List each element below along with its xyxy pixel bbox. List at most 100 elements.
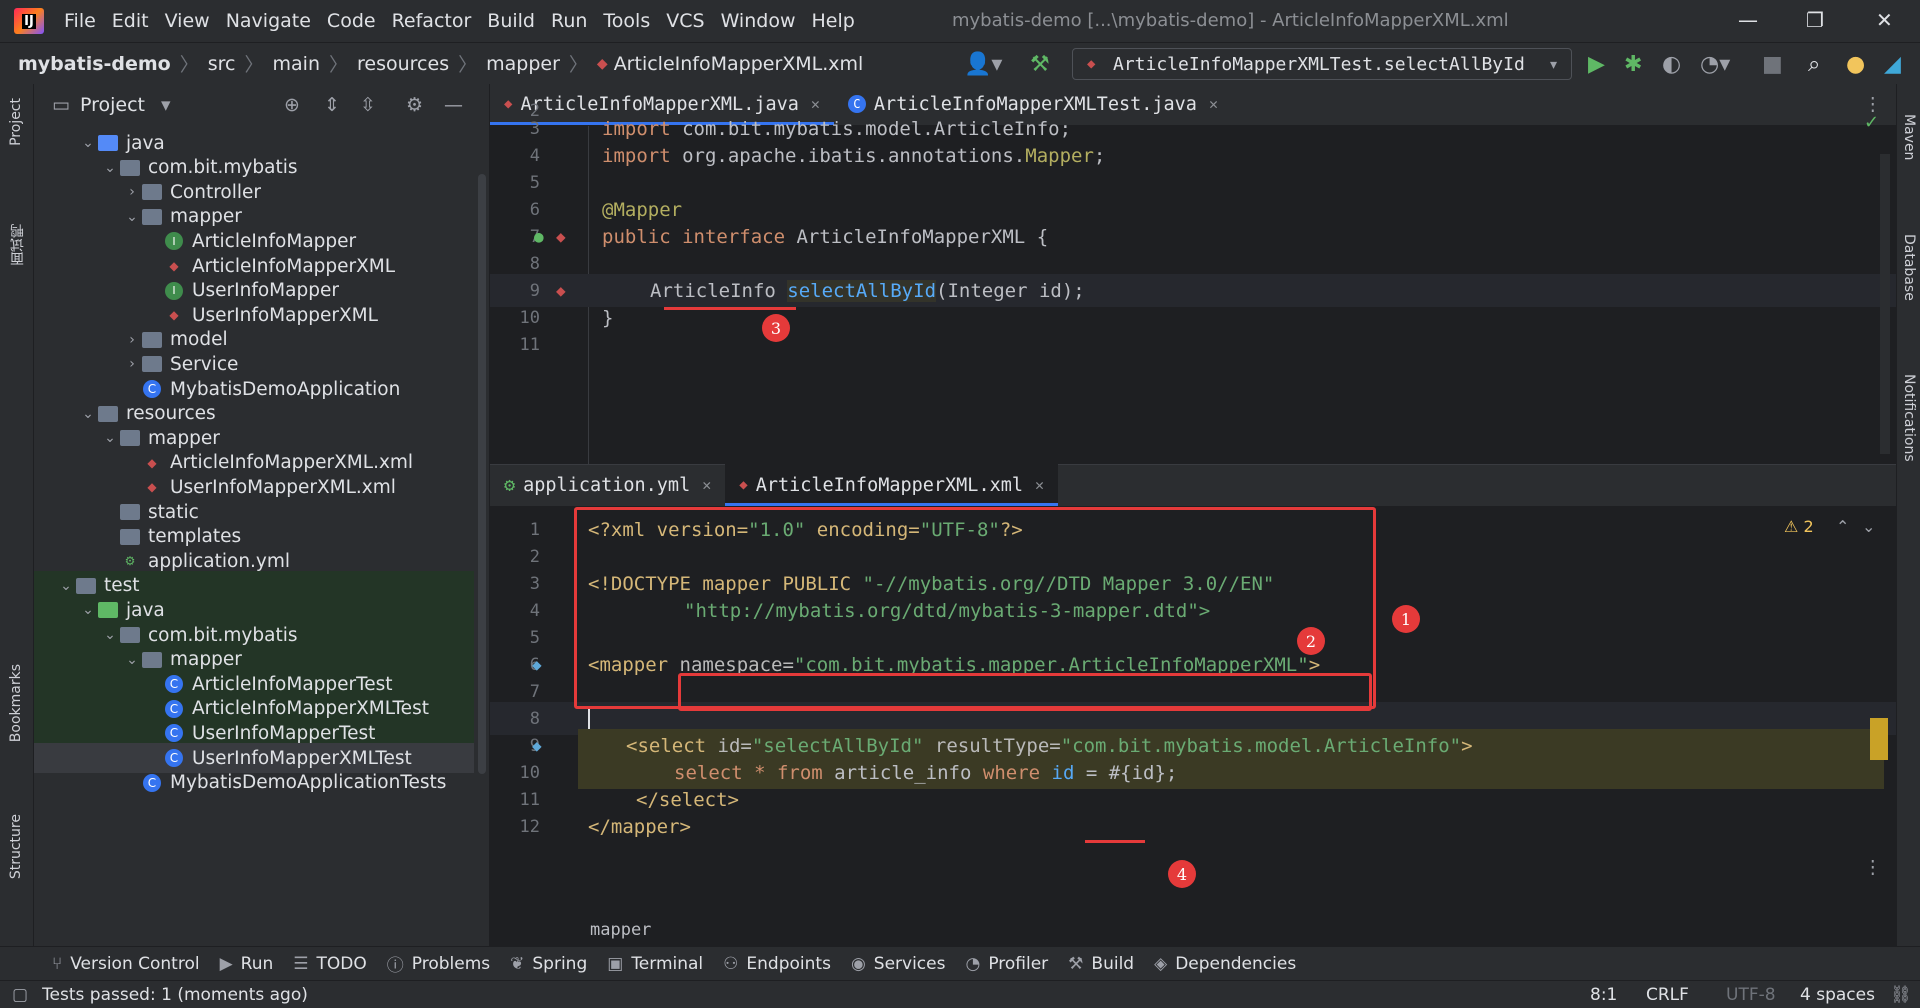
tree-item-label: ArticleInfoMapperXML.xml — [170, 452, 414, 474]
menu-code[interactable]: Code — [327, 10, 376, 32]
version-control-tool[interactable]: ⑂ Version Control — [52, 954, 200, 974]
code-line[interactable]: 12 </mapper> — [490, 810, 1896, 843]
intellij-logo-icon: IJ — [14, 8, 44, 34]
locate-icon[interactable]: ⊕ — [284, 94, 300, 116]
left-tool-strip: Project 面试鸭 Bookmarks Structure — [0, 84, 34, 946]
endpoints-tool[interactable]: ⚇ Endpoints — [723, 954, 831, 974]
update-icon[interactable]: ● — [1846, 52, 1865, 77]
project-panel-title[interactable]: Project — [80, 94, 145, 116]
more-icon[interactable]: ⋮ — [1864, 857, 1883, 878]
menu-window[interactable]: Window — [721, 10, 796, 32]
project-tool-button[interactable]: Project — [8, 98, 24, 146]
lock-icon[interactable]: ⛓ — [1890, 985, 1912, 1005]
services-tool[interactable]: ◉ Services — [851, 954, 946, 974]
expand-all-icon[interactable]: ⇕ — [324, 94, 340, 116]
mybatis-gutter-icon[interactable]: ◆ — [532, 736, 542, 755]
indent-setting[interactable]: 4 spaces — [1800, 985, 1875, 1005]
menu-run[interactable]: Run — [551, 10, 587, 32]
run-configuration-selector[interactable]: ◆ ArticleInfoMapperXMLTest.selectAllById… — [1072, 48, 1572, 80]
chevron-down-icon[interactable]: ⌄ — [122, 209, 142, 225]
todo-tool[interactable]: ☰ TODO — [293, 954, 367, 974]
xml-editor-tabs: ⚙ application.yml ✕ ◆ ArticleInfoMapperX… — [490, 464, 1896, 878]
menu-refactor[interactable]: Refactor — [392, 10, 472, 32]
tree-item[interactable]: C MybatisDemoApplicationTests — [34, 768, 474, 798]
mybatis-gutter-icon[interactable]: ◆ — [532, 655, 542, 674]
chevron-right-icon[interactable]: › — [122, 356, 142, 372]
bookmarks-tool-button[interactable]: Bookmarks — [8, 664, 24, 742]
coverage-icon[interactable]: ◐ — [1662, 52, 1681, 77]
dependencies-tool[interactable]: ◈ Dependencies — [1154, 954, 1296, 974]
editor-scrollbar[interactable] — [1880, 154, 1890, 454]
chevron-down-icon[interactable]: ▾ — [161, 94, 171, 116]
notifications-tool-button[interactable]: Notifications — [1901, 374, 1917, 462]
chevron-down-icon[interactable]: ⌄ — [100, 160, 120, 176]
structure-tool-button[interactable]: Structure — [8, 814, 24, 879]
tab-article-info-mapper-xml-xml[interactable]: ◆ ArticleInfoMapperXML.xml ✕ — [725, 464, 1059, 506]
close-icon[interactable]: ✕ — [1876, 8, 1893, 32]
chevron-right-icon[interactable]: › — [122, 184, 142, 200]
chevron-down-icon[interactable]: ⌄ — [100, 627, 120, 643]
profiler-tool[interactable]: ◔ Profiler — [965, 954, 1048, 974]
tree-item-label: ArticleInfoMapper — [192, 230, 357, 252]
breadcrumb-main[interactable]: main — [273, 53, 320, 75]
chevron-down-icon[interactable]: ⌄ — [100, 430, 120, 446]
toolbox-icon[interactable]: ◢ — [1884, 52, 1901, 77]
database-tool-button[interactable]: Database — [1901, 234, 1917, 301]
mybatis-gutter-icon[interactable]: ◆ — [556, 281, 566, 300]
profile-icon[interactable]: ◔▾ — [1700, 52, 1730, 77]
minimize-icon[interactable]: — — [1738, 8, 1758, 32]
gear-icon[interactable]: ⚙ — [406, 94, 423, 116]
terminal-tool[interactable]: ▣ Terminal — [607, 954, 703, 974]
menu-tools[interactable]: Tools — [603, 10, 650, 32]
hide-icon[interactable]: — — [444, 94, 463, 116]
search-icon[interactable]: ⌕ — [1808, 52, 1820, 77]
warning-scroll-marker[interactable] — [1870, 718, 1888, 760]
breadcrumb-mapper[interactable]: mapper — [486, 53, 560, 75]
file-encoding[interactable]: UTF-8 — [1726, 985, 1776, 1005]
tool-label: Spring — [532, 953, 588, 974]
status-message[interactable]: Tests passed: 1 (moments ago) — [42, 985, 308, 1005]
line-separator[interactable]: CRLF — [1646, 985, 1689, 1005]
chevron-down-icon[interactable]: ⌄ — [56, 578, 76, 594]
chevron-down-icon[interactable]: ⌄ — [78, 602, 98, 618]
chevron-right-icon[interactable]: › — [122, 332, 142, 348]
spring-tool[interactable]: ❦ Spring — [510, 954, 587, 974]
mybatis-gutter-icon[interactable]: ◆ — [556, 227, 566, 246]
run-icon[interactable]: ▶ — [1588, 52, 1605, 77]
tree-scrollbar[interactable] — [478, 174, 486, 774]
user-icon[interactable]: 👤▾ — [964, 52, 1002, 77]
chevron-down-icon[interactable]: ⌄ — [122, 652, 142, 668]
close-tab-icon[interactable]: ✕ — [1035, 476, 1044, 494]
maven-tool-button[interactable]: Maven — [1901, 114, 1917, 160]
close-tab-icon[interactable]: ✕ — [702, 476, 711, 494]
problems-tool[interactable]: ⓘ Problems — [387, 951, 490, 977]
menu-navigate[interactable]: Navigate — [226, 10, 311, 32]
chevron-down-icon[interactable]: ⌄ — [78, 406, 98, 422]
breadcrumb-src[interactable]: src — [208, 53, 236, 75]
collapse-all-icon[interactable]: ⇳ — [360, 94, 376, 116]
spring-bean-icon[interactable]: ● — [534, 227, 544, 246]
stop-icon[interactable]: ■ — [1762, 52, 1783, 77]
layout-icon[interactable]: ▢ — [12, 985, 28, 1005]
menu-vcs[interactable]: VCS — [666, 10, 704, 32]
caret-position[interactable]: 8:1 — [1590, 985, 1617, 1005]
code-line[interactable]: 11 — [490, 328, 1896, 361]
build-tool[interactable]: ⚒ Build — [1068, 954, 1134, 974]
breadcrumb-file[interactable]: ArticleInfoMapperXML.xml — [614, 53, 864, 75]
annotation-badge: 1 — [1392, 605, 1420, 633]
plugin-tool-button[interactable]: 面试鸭 — [8, 224, 28, 266]
xml-structure-breadcrumb[interactable]: mapper — [590, 920, 651, 940]
menu-build[interactable]: Build — [487, 10, 535, 32]
menu-edit[interactable]: Edit — [112, 10, 149, 32]
breadcrumb-resources[interactable]: resources — [357, 53, 449, 75]
menu-view[interactable]: View — [165, 10, 210, 32]
run-tool[interactable]: ▶ Run — [220, 954, 274, 974]
breadcrumb-project[interactable]: mybatis-demo — [18, 53, 171, 75]
chevron-down-icon[interactable]: ⌄ — [78, 135, 98, 151]
menu-help[interactable]: Help — [811, 10, 854, 32]
menu-file[interactable]: File — [64, 10, 96, 32]
tab-application-yml[interactable]: ⚙ application.yml ✕ — [490, 464, 725, 506]
build-hammer-icon[interactable]: ⚒ — [1030, 52, 1050, 77]
restore-icon[interactable]: ❐ — [1806, 8, 1824, 32]
debug-icon[interactable]: ✱ — [1624, 52, 1642, 77]
